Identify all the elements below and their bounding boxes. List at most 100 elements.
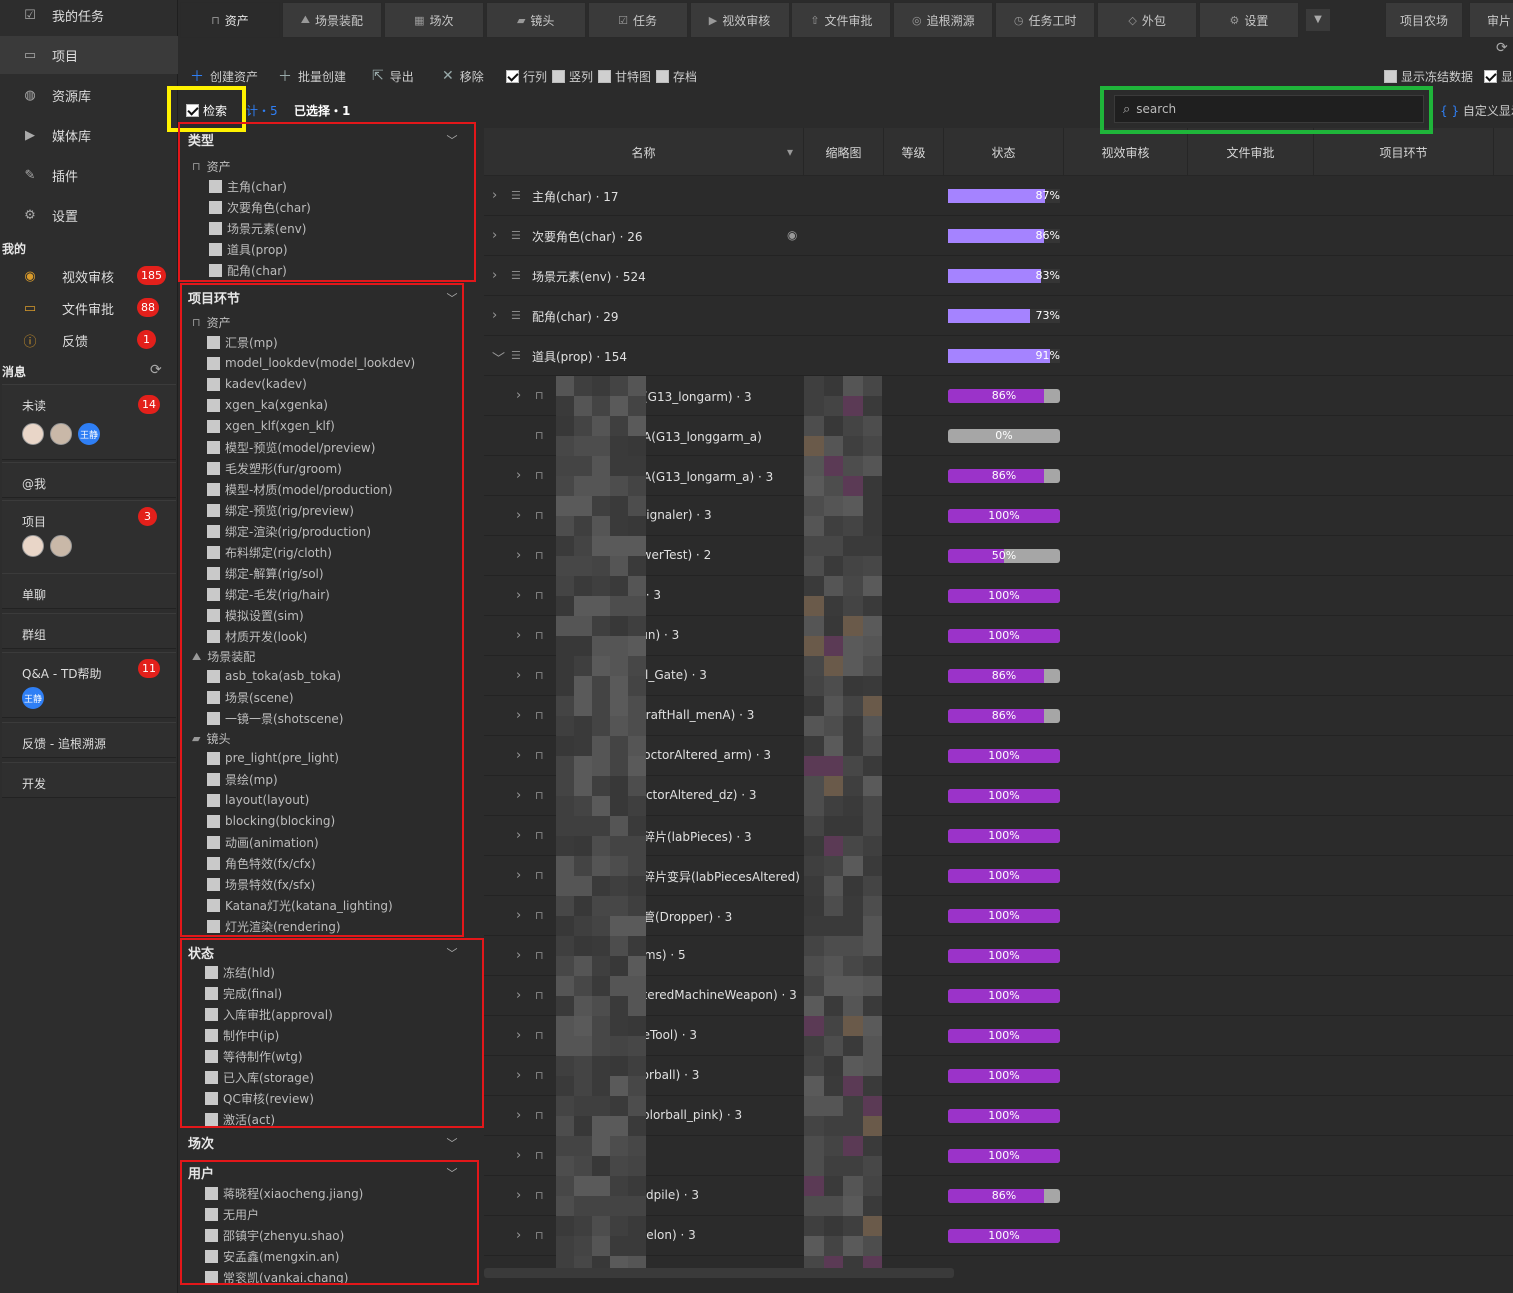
- search-toggle[interactable]: 检索: [180, 96, 240, 124]
- nav-item-project[interactable]: ▭ 项目: [0, 36, 178, 74]
- filter-option[interactable]: 一镜一景(shotscene): [207, 709, 344, 727]
- filter-option[interactable]: kadev(kadev): [207, 375, 307, 393]
- filter-option[interactable]: pre_light(pre_light): [207, 749, 339, 767]
- group-row[interactable]: › ☰ 场景元素(env) · 524 83%: [484, 256, 1513, 296]
- chevron-down-icon[interactable]: ﹀: [446, 945, 458, 960]
- column-header[interactable]: 缩略图: [804, 128, 884, 176]
- checkbox-icon[interactable]: [205, 1270, 218, 1284]
- horizontal-scrollbar[interactable]: [484, 1268, 954, 1278]
- table-row[interactable]: › ⊓ 臂(G13_longarm) · 3 86%: [484, 376, 1513, 416]
- sort-icon[interactable]: ▾: [787, 145, 793, 159]
- table-row[interactable]: › ⊓ lall_Gate) · 3 86%: [484, 656, 1513, 696]
- filter-option[interactable]: 绑定-解算(rig/sol): [207, 564, 324, 582]
- table-row[interactable]: › ⊓ olorball) · 3 100%: [484, 1056, 1513, 1096]
- chevron-right-icon[interactable]: ›: [516, 1148, 521, 1163]
- group-row[interactable]: › ☰ 主角(char) · 17 87%: [484, 176, 1513, 216]
- show-more-toggle[interactable]: 显: [1484, 66, 1513, 86]
- chevron-right-icon[interactable]: ›: [516, 1108, 521, 1123]
- table-row[interactable]: › ⊓ Arms) · 5 100%: [484, 936, 1513, 976]
- chevron-right-icon[interactable]: ›: [516, 508, 521, 523]
- filter-option[interactable]: xgen_ka(xgenka): [207, 396, 328, 414]
- checkbox-icon[interactable]: [207, 356, 220, 370]
- chevron-right-icon[interactable]: ›: [516, 548, 521, 563]
- table-row[interactable]: › ⊓ (doctorAltered_arm) · 3 100%: [484, 736, 1513, 776]
- chevron-down-icon[interactable]: ▼: [1306, 9, 1330, 31]
- filter-option[interactable]: 角色特效(fx/cfx): [207, 854, 316, 872]
- column-header[interactable]: 项目环节: [1314, 128, 1494, 176]
- msg-card-qa[interactable]: Q&A - TD帮助 11 王静: [2, 652, 176, 718]
- msg-card-groups[interactable]: 群组: [2, 613, 176, 649]
- checkbox-icon[interactable]: [207, 608, 220, 622]
- filter-option[interactable]: QC审核(review): [205, 1089, 314, 1107]
- checkbox-icon[interactable]: [205, 1049, 218, 1063]
- checkbox-icon[interactable]: [207, 440, 220, 454]
- eye-icon[interactable]: ◉: [787, 228, 797, 242]
- tab-item[interactable]: ⚙ 设置: [1199, 2, 1299, 38]
- chevron-down-icon[interactable]: ﹀: [446, 290, 458, 305]
- filter-option[interactable]: 动画(animation): [207, 833, 319, 851]
- filter-section-title[interactable]: 场次: [188, 1133, 214, 1152]
- filter-option[interactable]: xgen_klf(xgen_klf): [207, 417, 335, 435]
- chevron-right-icon[interactable]: ›: [516, 828, 521, 843]
- filter-option[interactable]: 景绘(mp): [207, 770, 278, 788]
- checkbox-icon[interactable]: [205, 965, 218, 979]
- view-archive-toggle[interactable]: 存档: [656, 66, 697, 86]
- checkbox-icon[interactable]: [207, 793, 220, 807]
- refresh-icon[interactable]: ⟳: [1496, 40, 1508, 56]
- chevron-right-icon[interactable]: ›: [516, 668, 521, 683]
- filter-option[interactable]: 道具(prop): [209, 240, 288, 258]
- filter-option[interactable]: 已入库(storage): [205, 1068, 314, 1086]
- table-row[interactable]: › ⊓ lowerTest) · 2 50%: [484, 536, 1513, 576]
- checkbox-icon[interactable]: [205, 1028, 218, 1042]
- checkbox-icon[interactable]: [205, 1091, 218, 1105]
- chevron-right-icon[interactable]: ›: [516, 908, 521, 923]
- group-row[interactable]: ﹀ ☰ 道具(prop) · 154 91%: [484, 336, 1513, 376]
- checkbox-icon[interactable]: [209, 179, 222, 193]
- filter-option[interactable]: 邵镇宇(zhenyu.shao): [205, 1226, 344, 1244]
- checkbox-icon[interactable]: [207, 482, 220, 496]
- refresh-icon[interactable]: ⟳: [150, 362, 162, 378]
- filter-option[interactable]: 场景特效(fx/sfx): [207, 875, 315, 893]
- filter-option[interactable]: 冻结(hld): [205, 963, 275, 981]
- view-gantt-toggle[interactable]: 甘特图: [598, 66, 651, 86]
- filter-option[interactable]: 常衮凯(vankai.chang): [205, 1268, 348, 1286]
- nav-item-library[interactable]: ◍ 资源库: [0, 76, 178, 114]
- msg-card-project[interactable]: 项目 3: [2, 500, 176, 576]
- checkbox-icon[interactable]: [205, 1112, 218, 1126]
- filter-option[interactable]: blocking(blocking): [207, 812, 335, 830]
- chevron-right-icon[interactable]: ›: [516, 1068, 521, 1083]
- checkbox-icon[interactable]: [207, 545, 220, 559]
- filter-option[interactable]: 蒋晓程(xiaocheng.jiang): [205, 1184, 363, 1202]
- checkbox-icon[interactable]: [207, 566, 220, 580]
- checkbox-icon[interactable]: [205, 986, 218, 1000]
- column-header[interactable]: 状态: [944, 128, 1064, 176]
- table-row[interactable]: › ⊓ 滴管(Dropper) · 3 100%: [484, 896, 1513, 936]
- msg-card-mention[interactable]: @我: [2, 462, 176, 498]
- nav-item-plugins[interactable]: ✎ 插件: [0, 156, 178, 194]
- filter-section-title[interactable]: 类型: [188, 130, 214, 149]
- tab-item[interactable]: ▦ 场次: [383, 2, 484, 38]
- msg-card-feedback[interactable]: 反馈 - 追根溯源: [2, 722, 176, 758]
- checkbox-icon[interactable]: [207, 877, 220, 891]
- checkbox-icon[interactable]: [207, 503, 220, 517]
- tab-item[interactable]: ◎ 追根溯源: [893, 2, 994, 38]
- table-row[interactable]: › ⊓ 100%: [484, 1136, 1513, 1176]
- checkbox-icon[interactable]: [207, 690, 220, 704]
- filter-option[interactable]: 模拟设置(sim): [207, 606, 304, 624]
- table-row[interactable]: › ⊓ afeTool) · 3 100%: [484, 1016, 1513, 1056]
- checkbox-icon[interactable]: [207, 587, 220, 601]
- table-row[interactable]: › ⊓ 小碎片变异(labPiecesAltered) · 3 100%: [484, 856, 1513, 896]
- chevron-right-icon[interactable]: ›: [516, 588, 521, 603]
- group-row[interactable]: › ☰ 次要角色(char) · 26 ◉ 86%: [484, 216, 1513, 256]
- filter-option[interactable]: 制作中(ip): [205, 1026, 279, 1044]
- chevron-right-icon[interactable]: ›: [516, 1188, 521, 1203]
- chevron-right-icon[interactable]: ›: [492, 308, 497, 323]
- remove-button[interactable]: ✕ 移除: [442, 66, 484, 86]
- filter-option[interactable]: model_lookdev(model_lookdev): [207, 354, 415, 372]
- checkbox-icon[interactable]: [207, 772, 220, 786]
- custom-display-button[interactable]: { } 自定义显示: [1440, 102, 1513, 119]
- tab-item[interactable]: ▰ 镜头: [485, 2, 586, 38]
- filter-option[interactable]: 绑定-渲染(rig/production): [207, 522, 371, 540]
- checkbox-icon[interactable]: [207, 751, 220, 765]
- export-button[interactable]: ⇱ 导出: [372, 66, 414, 86]
